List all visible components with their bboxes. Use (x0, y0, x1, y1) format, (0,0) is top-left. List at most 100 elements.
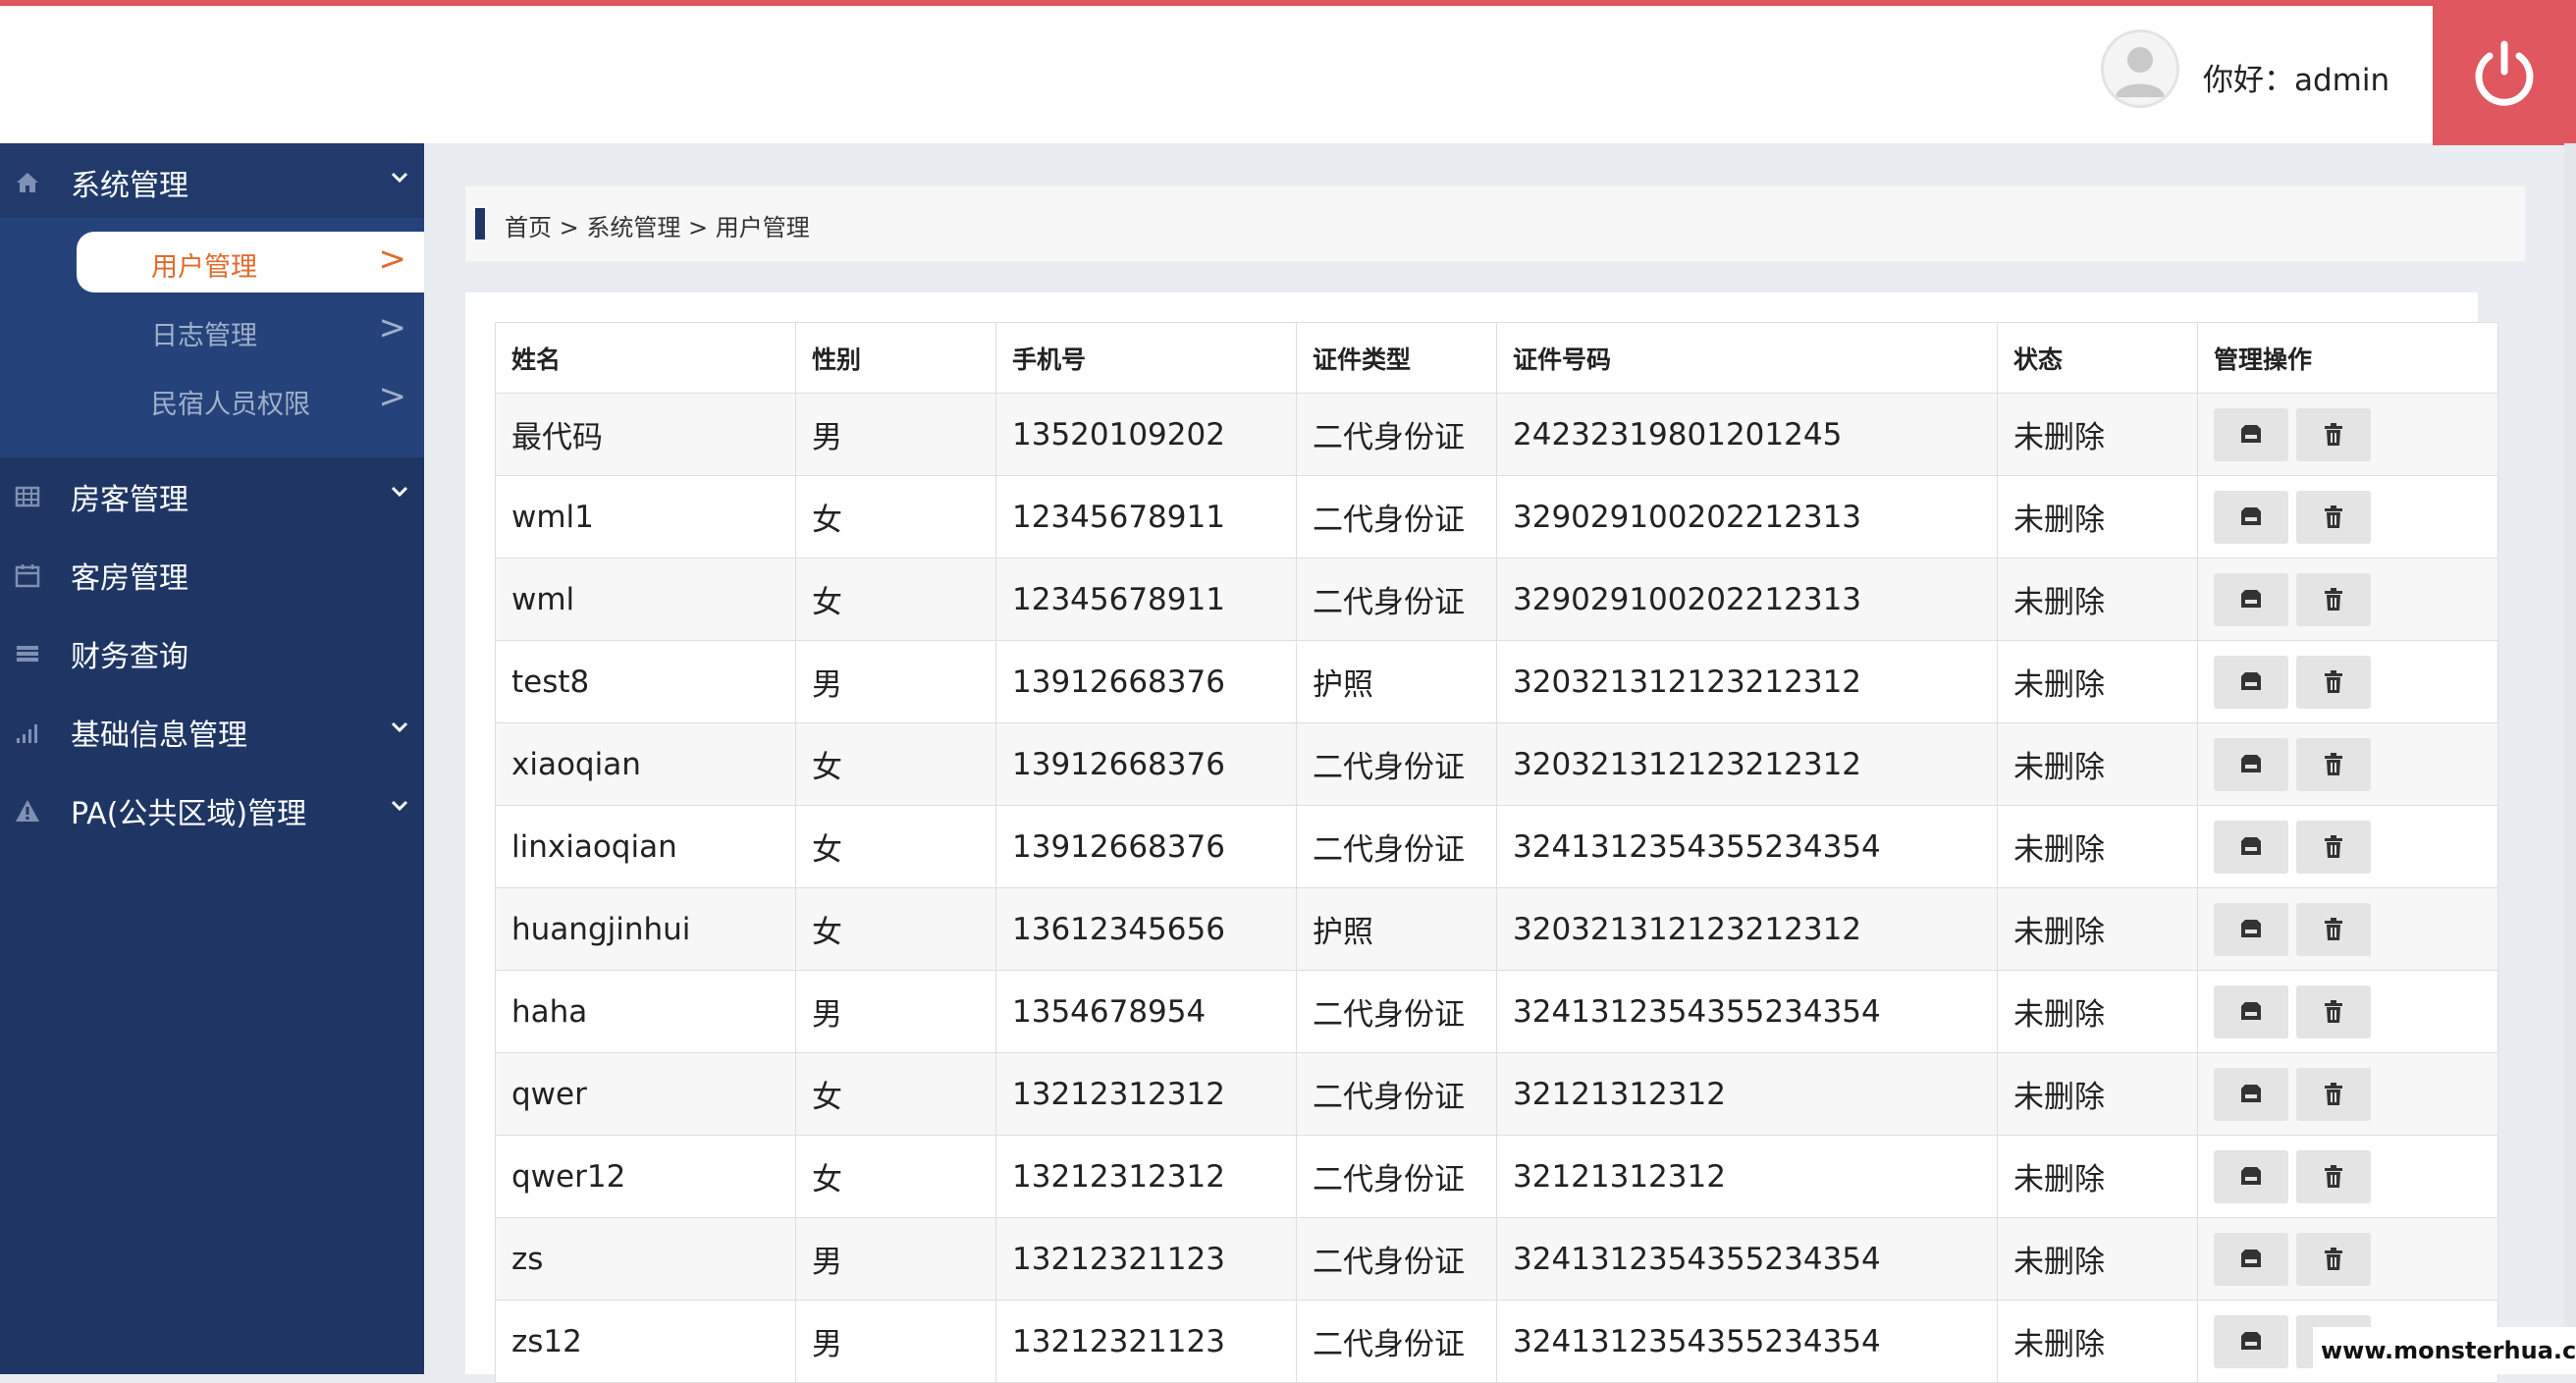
delete-button[interactable] (2296, 902, 2371, 956)
cell-gender: 女 (795, 722, 996, 806)
sidebar-item-log-management[interactable]: 日志管理 > (77, 300, 424, 361)
cell-phone: 1354678954 (995, 970, 1297, 1053)
table-row[interactable]: linxiaoqian 女 13912668376 二代身份证 324131235435… (495, 805, 2498, 888)
delete-button[interactable] (2296, 655, 2371, 709)
cell-actions (2197, 1217, 2498, 1301)
sidebar-item-staff-permissions[interactable]: 民宿人员权限 > (77, 369, 424, 430)
edit-button[interactable] (2214, 737, 2288, 791)
cell-phone: 13212312312 (995, 1135, 1297, 1218)
column-header-phone: 手机号 (995, 322, 1297, 394)
cell-phone: 13212321123 (995, 1217, 1297, 1301)
cell-status: 未删除 (1997, 475, 2198, 559)
table-row[interactable]: xiaoqian 女 13912668376 二代身份证 320321312123212… (495, 722, 2498, 806)
cell-status: 未删除 (1997, 1217, 2198, 1301)
cell-status: 未删除 (1997, 1135, 2198, 1218)
delete-button[interactable] (2296, 984, 2371, 1038)
logout-button[interactable] (2433, 0, 2576, 145)
edit-button[interactable] (2214, 820, 2288, 874)
edit-button[interactable] (2214, 984, 2288, 1038)
watermark-text: www.monsterhua.com (2313, 1327, 2576, 1374)
cell-name: qwer12 (495, 1135, 796, 1218)
table-row[interactable]: qwer 女 13212312312 二代身份证 32121312312 未删除 (495, 1052, 2498, 1136)
chevron-right-icon: > (378, 308, 407, 347)
edit-icon (2241, 919, 2261, 937)
cell-id-type: 二代身份证 (1296, 805, 1497, 888)
cell-id-type: 二代身份证 (1296, 1217, 1497, 1301)
trash-icon (2325, 669, 2342, 693)
cell-phone: 13912668376 (995, 805, 1297, 888)
table-row[interactable]: wml1 女 12345678911 二代身份证 329029100202212313 未… (495, 475, 2498, 559)
sidebar-group-public-area[interactable]: PA(公共区域)管理 (0, 771, 424, 846)
sidebar-group-guests[interactable]: 房客管理 (0, 457, 424, 532)
cell-gender: 男 (795, 970, 996, 1053)
table-row[interactable]: zs 男 13212321123 二代身份证 3241312354355234354 未删… (495, 1217, 2498, 1301)
warning-icon (16, 800, 39, 822)
trash-icon (2325, 834, 2342, 858)
delete-button[interactable] (2296, 820, 2371, 874)
grid-icon (15, 486, 40, 507)
page-scrollbar[interactable] (2564, 143, 2576, 1374)
edit-button[interactable] (2214, 407, 2288, 461)
delete-button[interactable] (2296, 737, 2371, 791)
delete-button[interactable] (2296, 407, 2371, 461)
table-row[interactable]: test8 男 13912668376 护照 320321312123212312 未删除 (495, 640, 2498, 723)
delete-button[interactable] (2296, 1232, 2371, 1286)
edit-button[interactable] (2214, 1314, 2288, 1368)
avatar[interactable] (2101, 29, 2179, 108)
edit-button[interactable] (2214, 490, 2288, 544)
breadcrumb-marker (475, 208, 485, 239)
cell-actions (2197, 475, 2498, 559)
table-row[interactable]: qwer12 女 13212312312 二代身份证 32121312312 未删除 (495, 1135, 2498, 1218)
edit-button[interactable] (2214, 902, 2288, 956)
cell-name: qwer (495, 1052, 796, 1136)
delete-button[interactable] (2296, 490, 2371, 544)
edit-button[interactable] (2214, 1067, 2288, 1121)
edit-button[interactable] (2214, 655, 2288, 709)
sidebar-group-finance[interactable]: 财务查询 (0, 614, 424, 689)
user-avatar-icon (2116, 47, 2165, 97)
cell-gender: 男 (795, 1217, 996, 1301)
sidebar-submenu: 用户管理 > 日志管理 > 民宿人员权限 > (0, 218, 424, 457)
edit-icon (2241, 589, 2261, 608)
chevron-down-icon (391, 721, 408, 733)
cell-id-type: 护照 (1296, 640, 1497, 723)
cell-id-type: 二代身份证 (1296, 1300, 1497, 1383)
cell-status: 未删除 (1997, 805, 2198, 888)
cell-status: 未删除 (1997, 393, 2198, 476)
delete-button[interactable] (2296, 1067, 2371, 1121)
cell-gender: 女 (795, 558, 996, 641)
sidebar-group-basic-info[interactable]: 基础信息管理 (0, 693, 424, 768)
sidebar-group-system[interactable]: 系统管理 (0, 143, 424, 218)
cell-actions (2197, 970, 2498, 1053)
cell-id-type: 护照 (1296, 887, 1497, 971)
column-header-id-number: 证件号码 (1496, 322, 1998, 394)
cell-status: 未删除 (1997, 640, 2198, 723)
edit-button[interactable] (2214, 572, 2288, 626)
cell-name: linxiaoqian (495, 805, 796, 888)
table-row[interactable]: wml 女 12345678911 二代身份证 329029100202212313 未删… (495, 558, 2498, 641)
sidebar-group-rooms[interactable]: 客房管理 (0, 536, 424, 611)
cell-phone: 13212321123 (995, 1300, 1297, 1383)
cell-name: haha (495, 970, 796, 1053)
cell-phone: 12345678911 (995, 558, 1297, 641)
table-row[interactable]: zs12 男 13212321123 二代身份证 3241312354355234354… (495, 1300, 2498, 1383)
cell-status: 未删除 (1997, 970, 2198, 1053)
delete-button[interactable] (2296, 572, 2371, 626)
table-row[interactable]: 最代码男 13520109202 二代身份证 24232319801201245 未删除 (495, 393, 2498, 476)
chevron-down-icon (391, 800, 408, 812)
sidebar-item-user-management[interactable]: 用户管理 > (77, 232, 424, 293)
edit-button[interactable] (2214, 1232, 2288, 1286)
cell-phone: 13212312312 (995, 1052, 1297, 1136)
content-panel: 姓名 性别 手机号 证件类型 证件号码 状态 管理操作 最代码男 13520109… (465, 293, 2498, 1383)
calendar-icon (15, 564, 40, 588)
cell-name: test8 (495, 640, 796, 723)
table-row[interactable]: huangjinhui 女 13612345656 护照 320321312123212… (495, 887, 2498, 971)
breadcrumb-text[interactable]: 首页 > 系统管理 > 用户管理 (505, 208, 810, 242)
cell-actions (2197, 558, 2498, 641)
delete-button[interactable] (2296, 1149, 2371, 1203)
sidebar-item-label: 用户管理 (151, 252, 257, 283)
cell-name: wml (495, 558, 796, 641)
table-row[interactable]: haha 男 1354678954 二代身份证 3241312354355234354 未… (495, 970, 2498, 1053)
trash-icon (2325, 587, 2342, 611)
edit-button[interactable] (2214, 1149, 2288, 1203)
